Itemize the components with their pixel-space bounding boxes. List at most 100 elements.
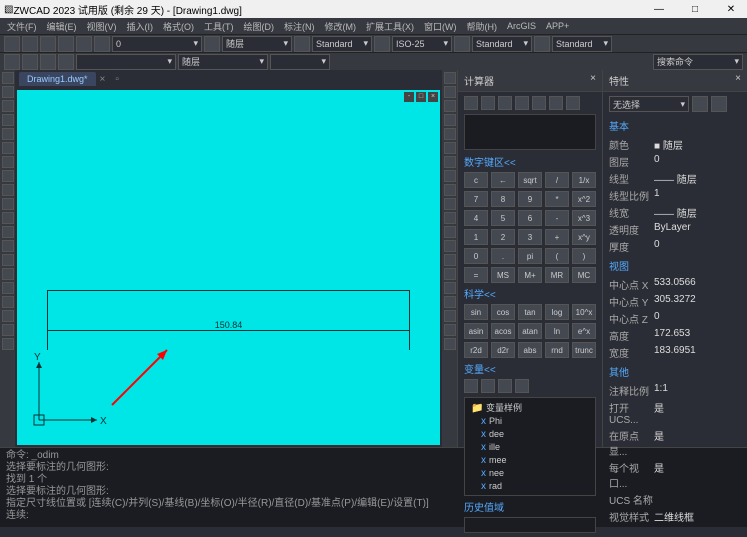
save-icon[interactable] — [40, 36, 56, 52]
menu-item[interactable]: 文件(F) — [4, 20, 40, 33]
calc-key[interactable]: 8 — [491, 191, 515, 207]
pline-icon[interactable] — [2, 86, 14, 98]
trim-icon[interactable] — [444, 142, 456, 154]
property-row[interactable]: 注释比例1:1 — [609, 382, 741, 399]
matchprop-icon[interactable] — [444, 338, 456, 350]
vars-header[interactable]: 变量<< — [464, 361, 596, 376]
property-row[interactable]: 高度172.653 — [609, 327, 741, 344]
explode-icon[interactable] — [444, 268, 456, 280]
calc-key[interactable]: 10^x — [572, 304, 596, 320]
calc-key[interactable]: acos — [491, 323, 515, 339]
block-icon[interactable] — [2, 212, 14, 224]
calc-key[interactable]: d2r — [491, 342, 515, 358]
dimstyle-icon[interactable] — [374, 36, 390, 52]
calc-icon[interactable] — [549, 96, 563, 110]
calc-key[interactable]: x^y — [572, 229, 596, 245]
calc-icon[interactable] — [498, 96, 512, 110]
property-row[interactable]: 颜色■ 随层 — [609, 136, 741, 153]
tool-icon[interactable] — [58, 54, 74, 70]
move-icon[interactable] — [444, 72, 456, 84]
lweight-combo[interactable] — [270, 54, 330, 70]
calc-icon[interactable] — [515, 96, 529, 110]
erase-icon[interactable] — [444, 282, 456, 294]
menu-item[interactable]: 扩展工具(X) — [363, 20, 417, 33]
textstyle-combo[interactable]: Standard — [312, 36, 372, 52]
property-row[interactable]: UCS 名称 — [609, 491, 741, 508]
calc-icon[interactable] — [464, 96, 478, 110]
calc-key[interactable]: asin — [464, 323, 488, 339]
view-header[interactable]: 视图 — [609, 258, 741, 273]
helix-icon[interactable] — [2, 338, 14, 350]
menu-item[interactable]: 格式(O) — [160, 20, 197, 33]
line-icon[interactable] — [2, 72, 14, 84]
calc-key[interactable]: ln — [545, 323, 569, 339]
open-icon[interactable] — [22, 36, 38, 52]
close-button[interactable]: ✕ — [719, 4, 743, 15]
calc-icon[interactable] — [566, 96, 580, 110]
calc-key[interactable]: = — [464, 267, 488, 283]
revcloud-icon[interactable] — [2, 268, 14, 280]
calc-key[interactable]: + — [545, 229, 569, 245]
xline-icon[interactable] — [2, 310, 14, 322]
menu-item[interactable]: 修改(M) — [322, 20, 360, 33]
tab-new-icon[interactable]: ▫ — [115, 74, 119, 85]
tree-item[interactable]: xnee — [467, 467, 593, 480]
calc-key[interactable]: r2d — [464, 342, 488, 358]
calc-key[interactable]: 4 — [464, 210, 488, 226]
calc-key[interactable]: 5 — [491, 210, 515, 226]
calc-key[interactable]: e^x — [572, 323, 596, 339]
var-icon[interactable] — [498, 379, 512, 393]
table-icon[interactable] — [2, 226, 14, 238]
calc-icon[interactable] — [532, 96, 546, 110]
chamfer-icon[interactable] — [444, 184, 456, 196]
property-row[interactable]: 厚度0 — [609, 238, 741, 255]
calc-key[interactable]: * — [545, 191, 569, 207]
calc-key[interactable]: x^3 — [572, 210, 596, 226]
menu-item[interactable]: 视图(V) — [84, 20, 120, 33]
doc-close-icon[interactable]: × — [428, 92, 438, 102]
var-icon[interactable] — [515, 379, 529, 393]
mirror-icon[interactable] — [444, 114, 456, 126]
doc-min-icon[interactable]: - — [404, 92, 414, 102]
property-row[interactable]: 线型比例1 — [609, 187, 741, 204]
calc-key[interactable]: ) — [572, 248, 596, 264]
menu-item[interactable]: APP+ — [543, 21, 572, 31]
calc-key[interactable]: 0 — [464, 248, 488, 264]
property-row[interactable]: 视觉样式二维线框 — [609, 508, 741, 525]
other-header[interactable]: 其他 — [609, 364, 741, 379]
menu-item[interactable]: ArcGIS — [504, 21, 539, 31]
property-row[interactable]: 在原点显...是 — [609, 427, 741, 459]
property-row[interactable]: 线宽 —— 随层 — [609, 204, 741, 221]
calc-key[interactable]: 7 — [464, 191, 488, 207]
calc-key[interactable]: abs — [518, 342, 542, 358]
dimstyle-combo[interactable]: ISO-25 — [392, 36, 452, 52]
layer-btn-icon[interactable] — [204, 36, 220, 52]
tree-item[interactable]: xille — [467, 441, 593, 454]
ellipse-icon[interactable] — [2, 142, 14, 154]
property-row[interactable]: 透明度ByLayer — [609, 221, 741, 238]
lengthen-icon[interactable] — [444, 310, 456, 322]
point-icon[interactable] — [2, 184, 14, 196]
menu-item[interactable]: 编辑(E) — [44, 20, 80, 33]
linetype-combo[interactable]: 随层 — [222, 36, 292, 52]
array-icon[interactable] — [444, 212, 456, 224]
calc-key[interactable]: c — [464, 172, 488, 188]
hist-header[interactable]: 历史值域 — [464, 499, 596, 514]
txtstyle-icon[interactable] — [294, 36, 310, 52]
tree-header[interactable]: 📁 变量样例 — [467, 400, 593, 415]
undo-icon[interactable] — [76, 36, 92, 52]
calc-key[interactable]: pi — [518, 248, 542, 264]
property-row[interactable]: 中心点 X533.0566 — [609, 276, 741, 293]
print-icon[interactable] — [58, 36, 74, 52]
tree-item[interactable]: xmee — [467, 454, 593, 467]
calc-key[interactable]: ← — [491, 172, 515, 188]
calc-key[interactable]: x^2 — [572, 191, 596, 207]
menu-item[interactable]: 窗口(W) — [421, 20, 460, 33]
color-combo[interactable] — [76, 54, 176, 70]
menu-item[interactable]: 插入(I) — [124, 20, 157, 33]
tab-close-icon[interactable]: × — [100, 74, 106, 85]
extend-icon[interactable] — [444, 156, 456, 168]
new-icon[interactable] — [4, 36, 20, 52]
quick-icon[interactable] — [711, 96, 727, 112]
tree-item[interactable]: xPhi — [467, 415, 593, 428]
